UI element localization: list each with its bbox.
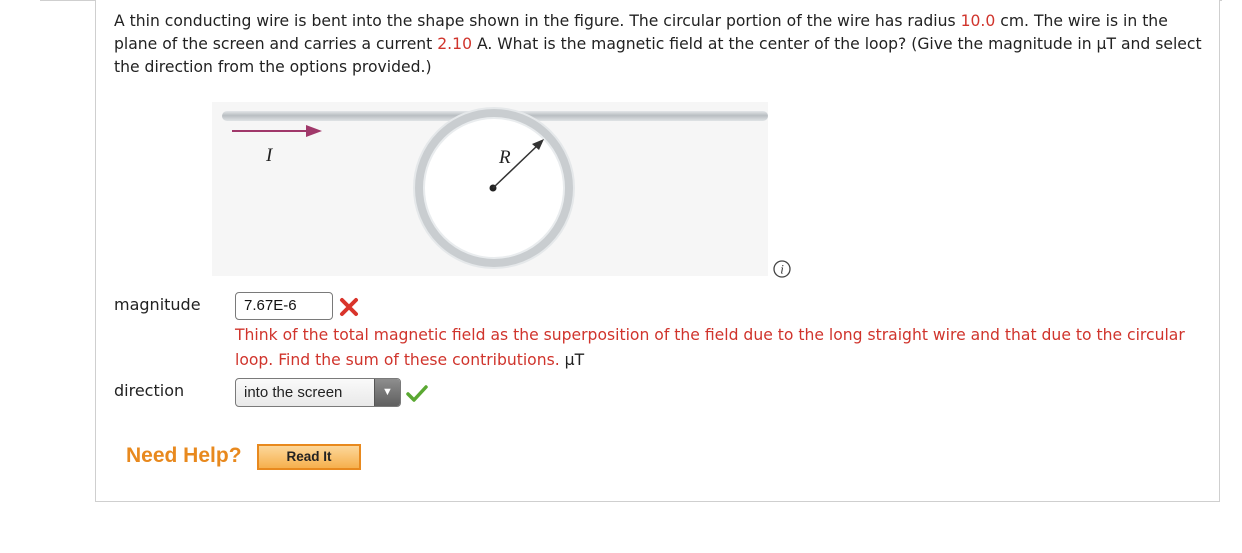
radius-value: 10.0 <box>960 12 996 30</box>
magnitude-input[interactable]: 7.67E-6 <box>235 292 333 320</box>
magnitude-unit: μT <box>564 351 585 369</box>
info-icon[interactable]: i <box>773 260 791 278</box>
radius-label: R <box>498 147 511 168</box>
direction-selected-value: into the screen <box>244 384 343 401</box>
current-label: I <box>265 145 274 166</box>
correct-check-icon <box>406 384 428 402</box>
incorrect-icon <box>339 297 359 317</box>
wire-loop-figure: I R <box>212 102 768 276</box>
magnitude-feedback: Think of the total magnetic field as the… <box>235 326 1185 369</box>
magnitude-label: magnitude <box>114 295 201 314</box>
dropdown-arrow-icon[interactable]: ▼ <box>374 379 400 406</box>
direction-label: direction <box>114 381 185 400</box>
direction-select[interactable]: into the screen ▼ <box>235 378 401 407</box>
question-text: A thin conducting wire is bent into the … <box>114 12 1202 76</box>
read-it-button[interactable]: Read It <box>257 444 361 470</box>
need-help-title: Need Help? <box>126 444 242 467</box>
svg-text:i: i <box>780 262 784 277</box>
current-value: 2.10 <box>437 35 472 53</box>
